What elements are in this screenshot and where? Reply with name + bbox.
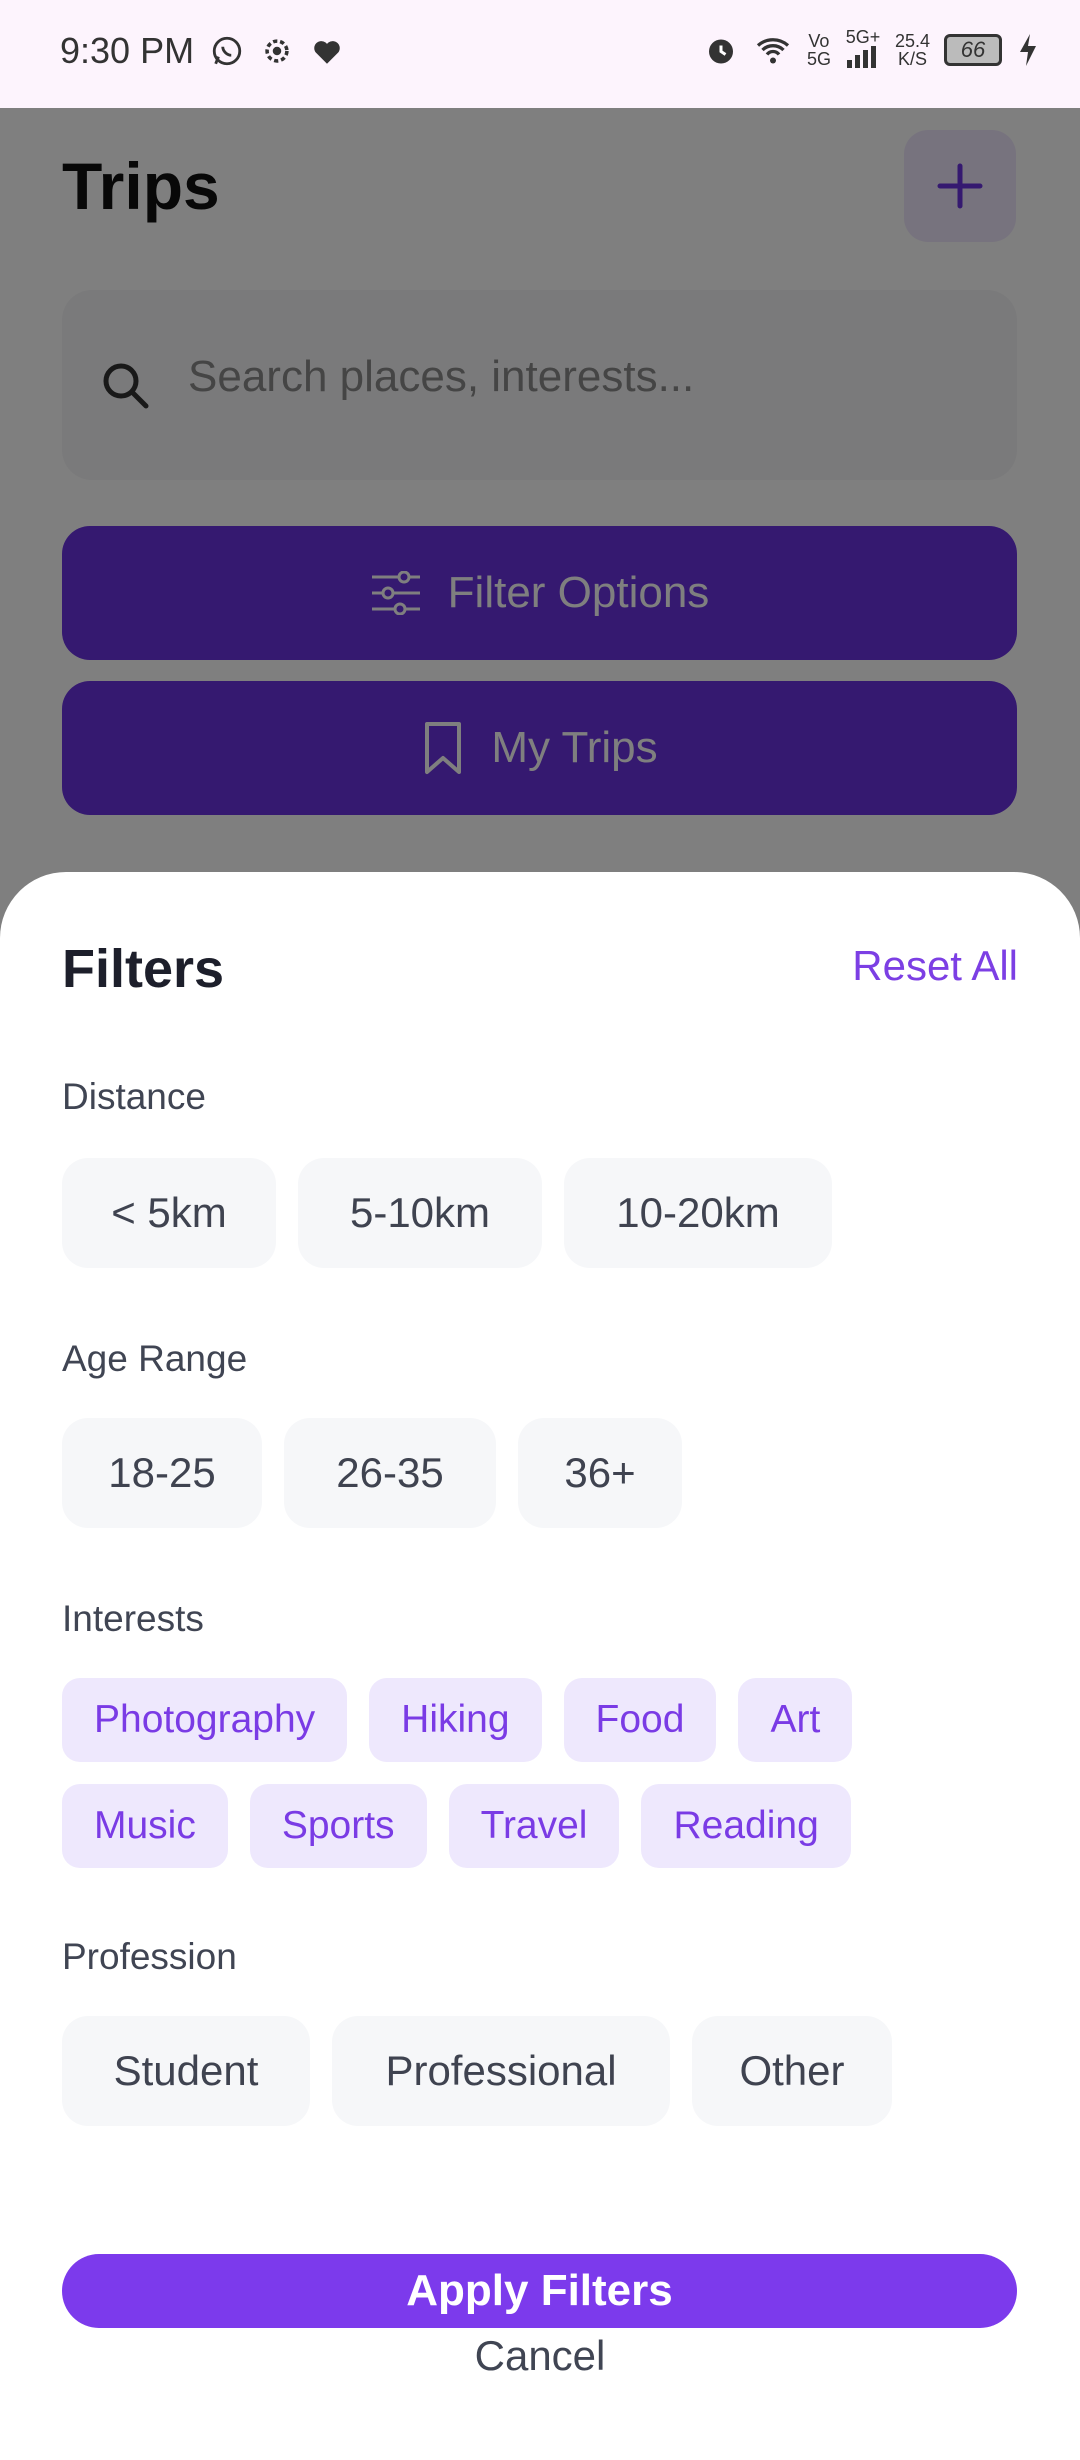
settings-icon [265,39,289,63]
interest-tag[interactable]: Photography [62,1678,348,1762]
age-chip[interactable]: 18-25 [62,1418,262,1528]
net-speed: 25.4 K/S [895,32,930,68]
whatsapp-icon [212,36,242,66]
interest-tag[interactable]: Reading [641,1784,851,1868]
age-chip[interactable]: 26-35 [284,1418,496,1528]
profession-options: Student Professional Other [62,2016,892,2126]
interests-row-1: Photography Hiking Food Art [62,1678,853,1762]
profession-chip[interactable]: Professional [332,2016,670,2126]
status-time: 9:30 PM [60,30,195,71]
interests-label: Interests [62,1598,204,1639]
reset-all-button[interactable]: Reset All [852,942,1018,990]
profession-chip[interactable]: Student [62,2016,310,2126]
distance-options: < 5km 5-10km 10-20km [62,1158,832,1268]
interests-row-2: Music Sports Travel Reading [62,1784,851,1868]
age-chip[interactable]: 36+ [518,1418,682,1528]
interest-tag[interactable]: Music [62,1784,228,1868]
distance-chip[interactable]: 10-20km [564,1158,832,1268]
network-type: Vo 5G [807,32,831,68]
signal-icon [846,46,876,68]
alarm-icon [708,39,733,63]
signal-label: 5G+ [845,27,881,47]
charging-icon [1020,33,1036,66]
distance-label: Distance [62,1076,206,1117]
age-range-options: 18-25 26-35 36+ [62,1418,682,1528]
status-right-icons: Vo 5G 5G+ 25.4 K/S 66 [703,28,1040,71]
interest-tag[interactable]: Hiking [369,1678,542,1762]
filters-sheet: Filters Reset All Distance < 5km 5-10km … [0,872,1080,2460]
net-bottom: 5G [806,48,831,69]
distance-chip[interactable]: < 5km [62,1158,276,1268]
signal-group: 5G+ [845,28,881,71]
apply-filters-button[interactable]: Apply Filters [62,2254,1017,2328]
status-left-icons [210,34,344,68]
interest-tag[interactable]: Art [738,1678,853,1762]
interest-tag[interactable]: Sports [249,1784,427,1868]
battery-icon: 66 [944,33,1002,66]
heart-icon [314,41,340,64]
age-range-label: Age Range [62,1338,248,1379]
interest-tag[interactable]: Travel [448,1784,620,1868]
profession-label: Profession [62,1936,237,1977]
cancel-button[interactable]: Cancel [0,2332,1080,2380]
sheet-title: Filters [62,939,225,999]
net-top: Vo [808,30,830,51]
speed-value: 25.4 [894,30,930,51]
profession-chip[interactable]: Other [692,2016,892,2126]
interest-tag[interactable]: Food [563,1678,717,1762]
distance-chip[interactable]: 5-10km [298,1158,542,1268]
speed-unit: K/S [897,48,927,69]
wifi-icon [756,37,790,63]
status-bar: 9:30 PM Vo 5G 5G+ 25.4 K/S 66 [0,0,1080,108]
